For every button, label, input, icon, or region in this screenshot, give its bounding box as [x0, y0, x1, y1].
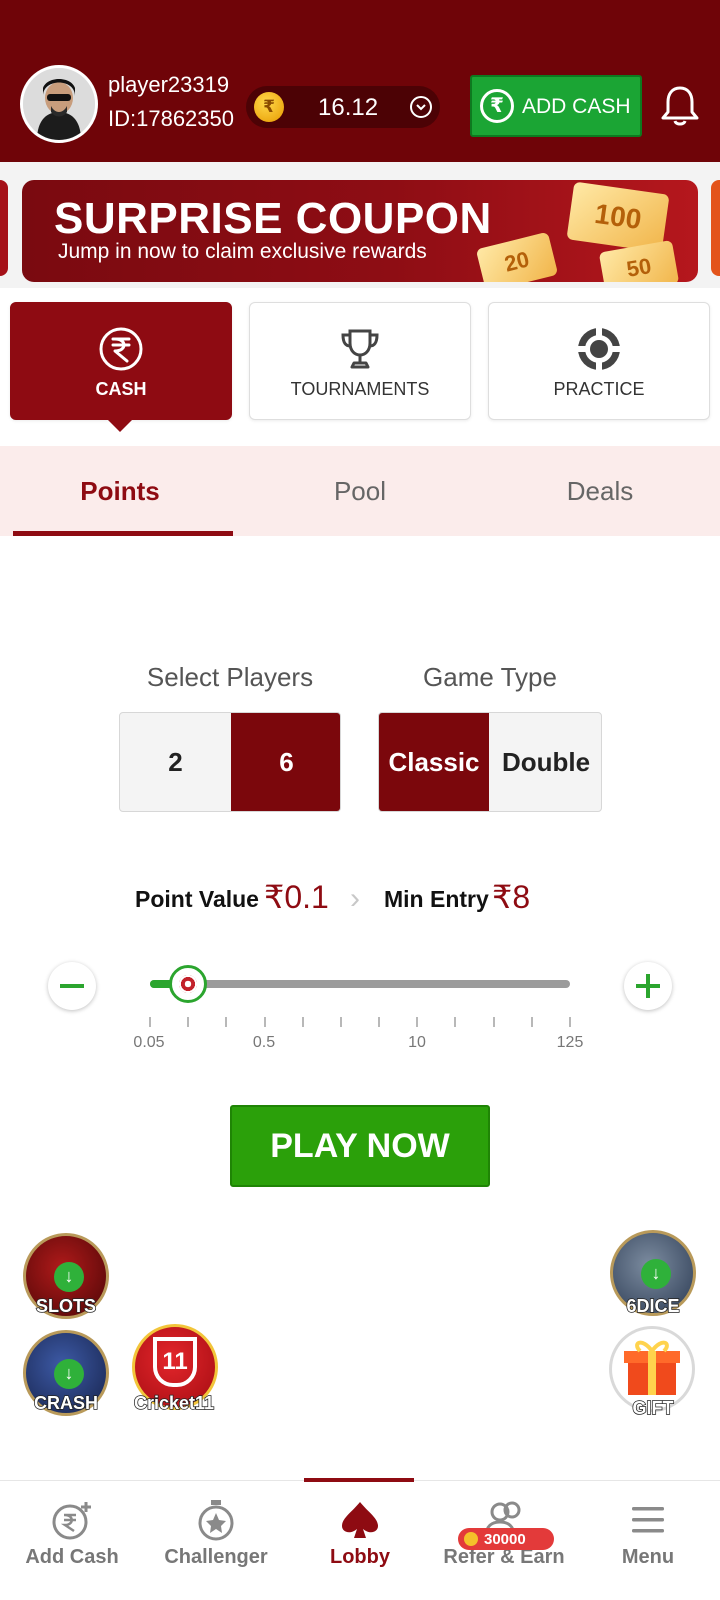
minus-icon [60, 984, 84, 988]
add-cash-button[interactable]: ₹ ADD CASH [470, 75, 642, 137]
game-type-double[interactable]: Double [489, 713, 601, 811]
username: player23319 [108, 72, 230, 97]
download-icon: ↓ [54, 1262, 84, 1292]
slider-tick [569, 1017, 571, 1027]
point-value-label: Point Value [135, 886, 259, 912]
trophy-icon [341, 329, 379, 369]
point-value-slider-thumb[interactable] [169, 965, 208, 1003]
mode-tournaments-card[interactable]: TOURNAMENTS [249, 302, 471, 420]
prev-banner-peek[interactable] [0, 180, 8, 276]
banner-title: SURPRISE COUPON [54, 194, 492, 243]
cricket11-label: Cricket11 [133, 1392, 215, 1414]
slider-tick [301, 1017, 304, 1027]
mode-tournaments-label: TOURNAMENTS [290, 379, 430, 399]
players-option-6[interactable]: 6 [231, 713, 340, 811]
nav-lobby[interactable]: Lobby [288, 1480, 432, 1590]
slider-tick [492, 1017, 495, 1027]
nav-add-cash[interactable]: Add Cash [0, 1480, 144, 1590]
avatar-portrait-icon [23, 68, 95, 140]
tick-label-min: 0.05 [133, 1034, 165, 1051]
select-players-title: Select Players [146, 662, 314, 692]
trophy-icon: 11 [153, 1337, 197, 1387]
poker-chip-icon [578, 328, 620, 370]
nav-challenger[interactable]: Challenger [144, 1480, 288, 1590]
tick-label: 10 [408, 1034, 426, 1051]
slider-tick [149, 1017, 151, 1027]
tab-pool[interactable]: Pool [240, 446, 480, 536]
spade-icon [342, 1502, 378, 1538]
game-type-selector: Classic Double [378, 712, 602, 812]
point-value-slider-track[interactable] [150, 980, 570, 988]
decrease-point-value-button[interactable] [48, 962, 96, 1010]
active-tab-underline [13, 531, 233, 536]
gift-label: GIFT [632, 1397, 675, 1419]
slider-tick [263, 1017, 266, 1027]
rupee-plus-icon [52, 1502, 91, 1540]
min-entry-label: Min Entry [384, 886, 489, 912]
user-avatar[interactable] [20, 65, 98, 143]
slots-label: SLOTS [35, 1295, 97, 1317]
play-now-button[interactable]: PLAY NOW [230, 1105, 490, 1187]
chevron-down-icon[interactable] [410, 96, 432, 118]
stopwatch-icon [198, 1500, 234, 1541]
nav-menu-label: Menu [621, 1546, 675, 1568]
next-banner-peek[interactable] [711, 180, 720, 276]
notification-bell-icon[interactable] [660, 84, 700, 128]
slider-tick [530, 1017, 533, 1027]
refer-bonus-badge: 30000 [458, 1528, 554, 1550]
mode-practice-label: PRACTICE [553, 379, 645, 399]
add-cash-label: ADD CASH [522, 95, 631, 118]
wallet-balance-pill[interactable]: ₹ 16.12 [246, 86, 440, 128]
nav-add-cash-label: Add Cash [25, 1546, 119, 1568]
players-option-2[interactable]: 2 [120, 713, 231, 811]
slider-tick [225, 1017, 228, 1027]
slider-tick [416, 1017, 419, 1027]
active-mode-caret [108, 420, 132, 432]
tick-label: 0.5 [252, 1034, 276, 1051]
slider-tick [454, 1017, 457, 1027]
chevron-right-icon: › [350, 882, 360, 915]
gift-box-icon [624, 1340, 680, 1395]
variant-tabs: Points Pool Deals [0, 446, 720, 536]
nav-lobby-label: Lobby [330, 1546, 390, 1568]
download-icon: ↓ [641, 1259, 671, 1289]
6dice-label: 6DICE [626, 1295, 681, 1317]
surprise-coupon-banner[interactable]: SURPRISE COUPON Jump in now to claim exc… [22, 180, 698, 282]
rupee-plus-icon: ₹ [480, 89, 514, 123]
point-value-row: Point Value ₹0.1 › Min Entry ₹8 [0, 878, 720, 918]
hamburger-icon [632, 1507, 664, 1533]
crash-label: CRASH [33, 1392, 99, 1414]
slider-tick [339, 1017, 342, 1027]
tab-points[interactable]: Points [0, 446, 240, 536]
nav-menu[interactable]: Menu [576, 1480, 720, 1590]
min-entry-amount: ₹8 [492, 879, 531, 915]
user-id: ID:17862350 [108, 106, 234, 131]
tab-deals[interactable]: Deals [480, 446, 720, 536]
nav-challenger-label: Challenger [164, 1546, 268, 1568]
download-icon: ↓ [54, 1359, 84, 1389]
point-value-amount: ₹0.1 [264, 879, 329, 915]
slider-tick [187, 1017, 190, 1027]
mode-practice-card[interactable]: PRACTICE [488, 302, 710, 420]
player-count-selector: 2 6 [119, 712, 341, 812]
coupon-ticket-icon: 100 [566, 181, 670, 253]
game-type-classic[interactable]: Classic [379, 713, 489, 811]
wallet-balance: 16.12 [318, 94, 379, 121]
coin-icon [464, 1532, 478, 1546]
slider-tick [378, 1017, 381, 1027]
refer-bonus-amount: 30000 [484, 1531, 526, 1548]
banner-subtitle: Jump in now to claim exclusive rewards [58, 240, 427, 263]
tick-label-max: 125 [556, 1034, 584, 1051]
mode-cash-label: CASH [95, 379, 147, 399]
coupon-ticket-icon: 50 [598, 239, 680, 282]
game-type-title: Game Type [423, 662, 557, 692]
mode-cash-card[interactable]: CASH [10, 302, 232, 420]
top-header: player23319 ID:17862350 ₹ 16.12 ₹ ADD CA… [0, 0, 720, 162]
increase-point-value-button[interactable] [624, 962, 672, 1010]
coin-icon: ₹ [254, 92, 284, 122]
rupee-circle-icon [99, 327, 143, 371]
